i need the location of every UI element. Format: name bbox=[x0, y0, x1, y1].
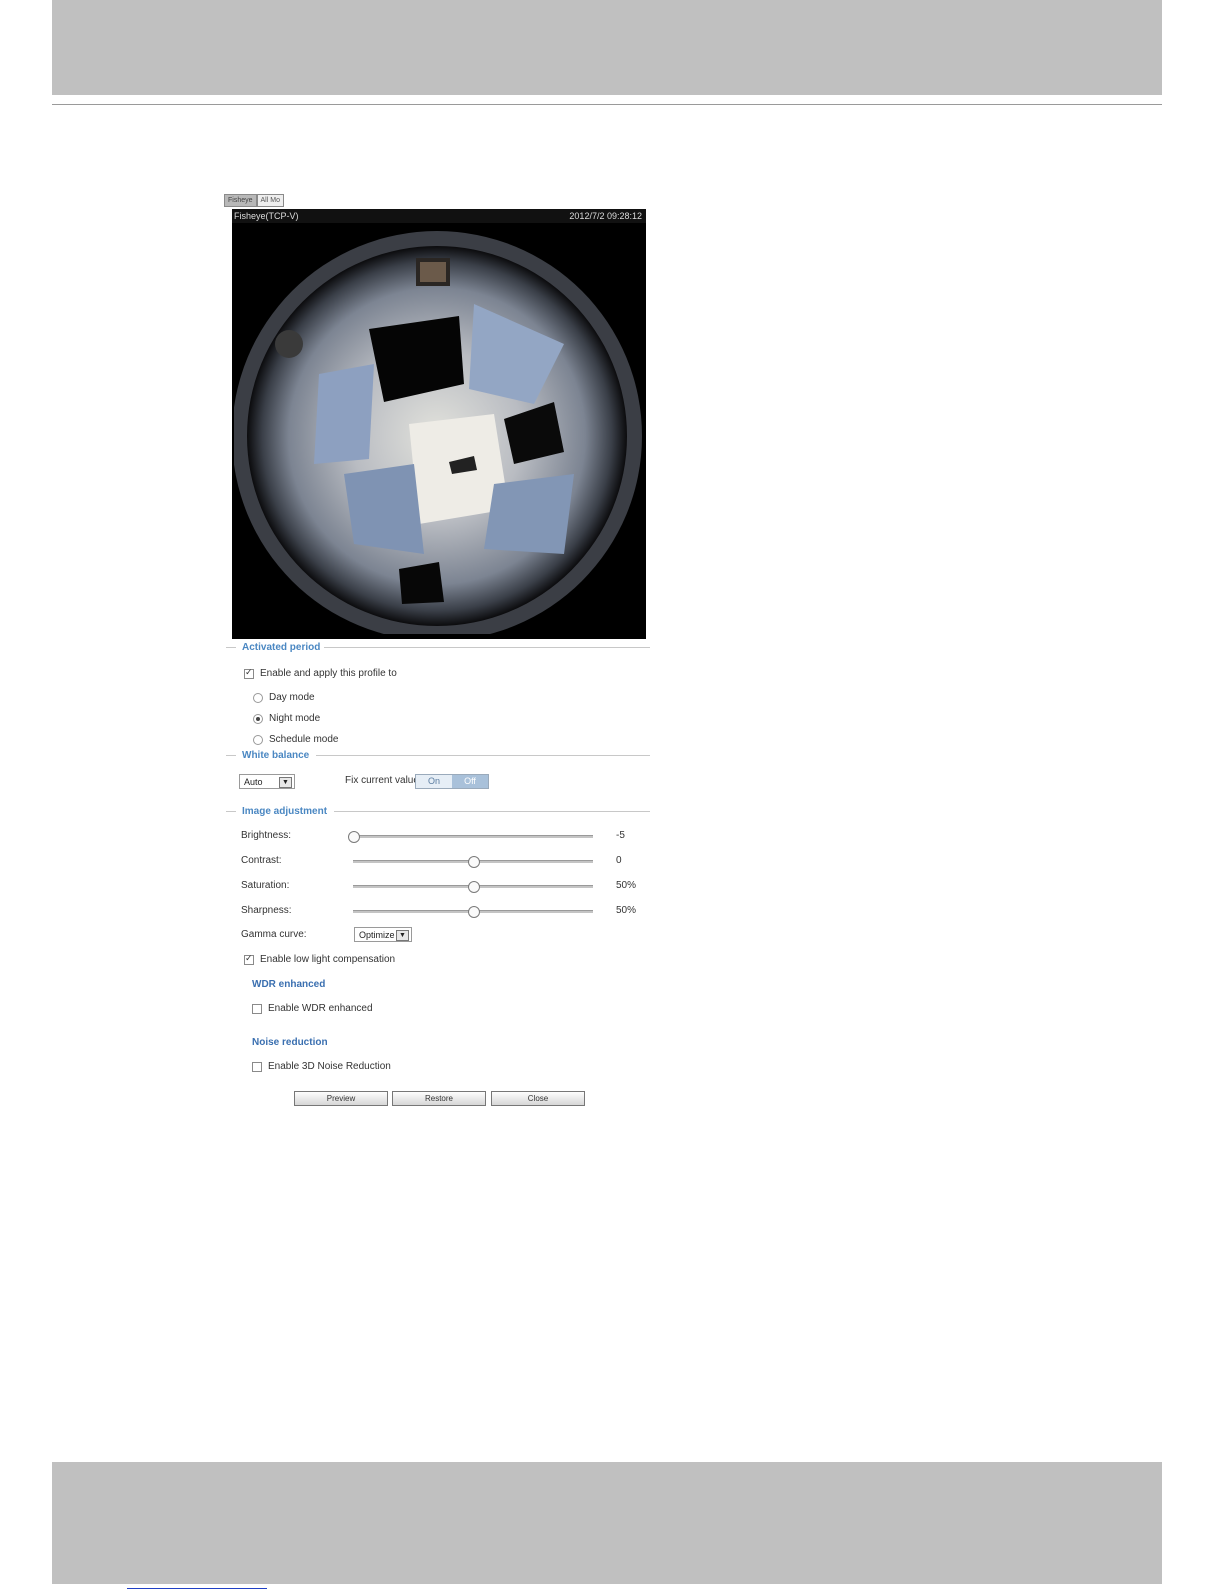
wdr-row: Enable WDR enhanced bbox=[252, 1003, 373, 1014]
video-timestamp: 2012/7/2 09:28:12 bbox=[569, 211, 642, 221]
slider-thumb[interactable] bbox=[468, 856, 480, 868]
wdr-title: WDR enhanced bbox=[252, 979, 326, 990]
slider-value: 50% bbox=[616, 880, 637, 891]
section-rule bbox=[226, 755, 236, 756]
image-settings-panel: Fisheye All Mo Fisheye(TCP-V) 2012/7/2 0… bbox=[224, 192, 654, 1112]
slider-label: Contrast: bbox=[241, 855, 282, 866]
view-mode-tabs: Fisheye All Mo bbox=[224, 194, 284, 207]
gamma-curve-label: Gamma curve: bbox=[241, 929, 307, 940]
page-header-band bbox=[52, 0, 1162, 95]
section-rule bbox=[316, 755, 650, 756]
night-mode-radio[interactable] bbox=[253, 713, 263, 724]
page-footer-band bbox=[52, 1462, 1162, 1584]
section-rule bbox=[324, 647, 650, 648]
noise-reduction-label: Enable 3D Noise Reduction bbox=[268, 1061, 391, 1072]
fisheye-video-view[interactable] bbox=[234, 224, 644, 634]
white-balance-value: Auto bbox=[244, 777, 263, 787]
section-rule bbox=[226, 647, 236, 648]
slider-track[interactable] bbox=[353, 835, 593, 838]
gamma-curve-value: Optimize bbox=[359, 930, 395, 940]
day-mode-label: Day mode bbox=[269, 692, 315, 703]
tab-fisheye[interactable]: Fisheye bbox=[224, 194, 257, 207]
slider-label: Sharpness: bbox=[241, 905, 292, 916]
slider-thumb[interactable] bbox=[468, 881, 480, 893]
wdr-label: Enable WDR enhanced bbox=[268, 1003, 373, 1014]
slider-label: Saturation: bbox=[241, 880, 290, 891]
toggle-on-button[interactable]: On bbox=[416, 775, 452, 788]
slider-value: 50% bbox=[616, 905, 637, 916]
fisheye-image bbox=[234, 224, 644, 634]
restore-button[interactable]: Restore bbox=[392, 1091, 486, 1106]
schedule-mode-option: Schedule mode bbox=[253, 734, 339, 745]
night-mode-label: Night mode bbox=[269, 713, 321, 724]
noise-reduction-title: Noise reduction bbox=[252, 1037, 328, 1048]
fix-current-value-label: Fix current value: bbox=[345, 775, 422, 786]
section-rule bbox=[334, 811, 650, 812]
day-mode-radio[interactable] bbox=[253, 692, 263, 703]
header-divider bbox=[52, 104, 1162, 105]
chevron-down-icon: ▼ bbox=[396, 930, 409, 941]
enable-profile-checkbox[interactable] bbox=[244, 667, 254, 679]
night-mode-option: Night mode bbox=[253, 713, 320, 724]
slider-label: Brightness: bbox=[241, 830, 292, 841]
section-rule bbox=[226, 811, 236, 812]
fix-value-toggle: On Off bbox=[415, 774, 489, 789]
wdr-checkbox[interactable] bbox=[252, 1003, 262, 1014]
gamma-curve-select[interactable]: Optimize ▼ bbox=[354, 927, 412, 942]
slider-thumb[interactable] bbox=[348, 831, 360, 843]
white-balance-legend: White balance bbox=[239, 750, 313, 761]
chevron-down-icon: ▼ bbox=[279, 777, 292, 788]
slider-value: -5 bbox=[616, 830, 625, 841]
enable-profile-label: Enable and apply this profile to bbox=[260, 668, 397, 679]
noise-reduction-checkbox[interactable] bbox=[252, 1061, 262, 1072]
slider-value: 0 bbox=[616, 855, 622, 866]
video-caption-bar: Fisheye(TCP-V) 2012/7/2 09:28:12 bbox=[232, 209, 646, 223]
tab-all-modes[interactable]: All Mo bbox=[256, 194, 284, 207]
live-video-frame: Fisheye(TCP-V) 2012/7/2 09:28:12 bbox=[232, 209, 646, 639]
stream-title: Fisheye(TCP-V) bbox=[234, 211, 299, 221]
low-light-row: Enable low light compensation bbox=[244, 953, 396, 965]
preview-button[interactable]: Preview bbox=[294, 1091, 388, 1106]
low-light-label: Enable low light compensation bbox=[260, 954, 396, 965]
slider-thumb[interactable] bbox=[468, 906, 480, 918]
low-light-checkbox[interactable] bbox=[244, 953, 254, 965]
activated-period-legend: Activated period bbox=[239, 642, 324, 653]
footer-link[interactable] bbox=[127, 1570, 267, 1589]
enable-profile-row: Enable and apply this profile to bbox=[244, 667, 397, 679]
close-button[interactable]: Close bbox=[491, 1091, 585, 1106]
image-adjustment-legend: Image adjustment bbox=[239, 806, 331, 817]
schedule-mode-radio[interactable] bbox=[253, 734, 263, 745]
noise-reduction-row: Enable 3D Noise Reduction bbox=[252, 1061, 391, 1072]
schedule-mode-label: Schedule mode bbox=[269, 734, 339, 745]
day-mode-option: Day mode bbox=[253, 692, 315, 703]
white-balance-select[interactable]: Auto ▼ bbox=[239, 774, 295, 789]
toggle-off-button[interactable]: Off bbox=[452, 775, 488, 788]
